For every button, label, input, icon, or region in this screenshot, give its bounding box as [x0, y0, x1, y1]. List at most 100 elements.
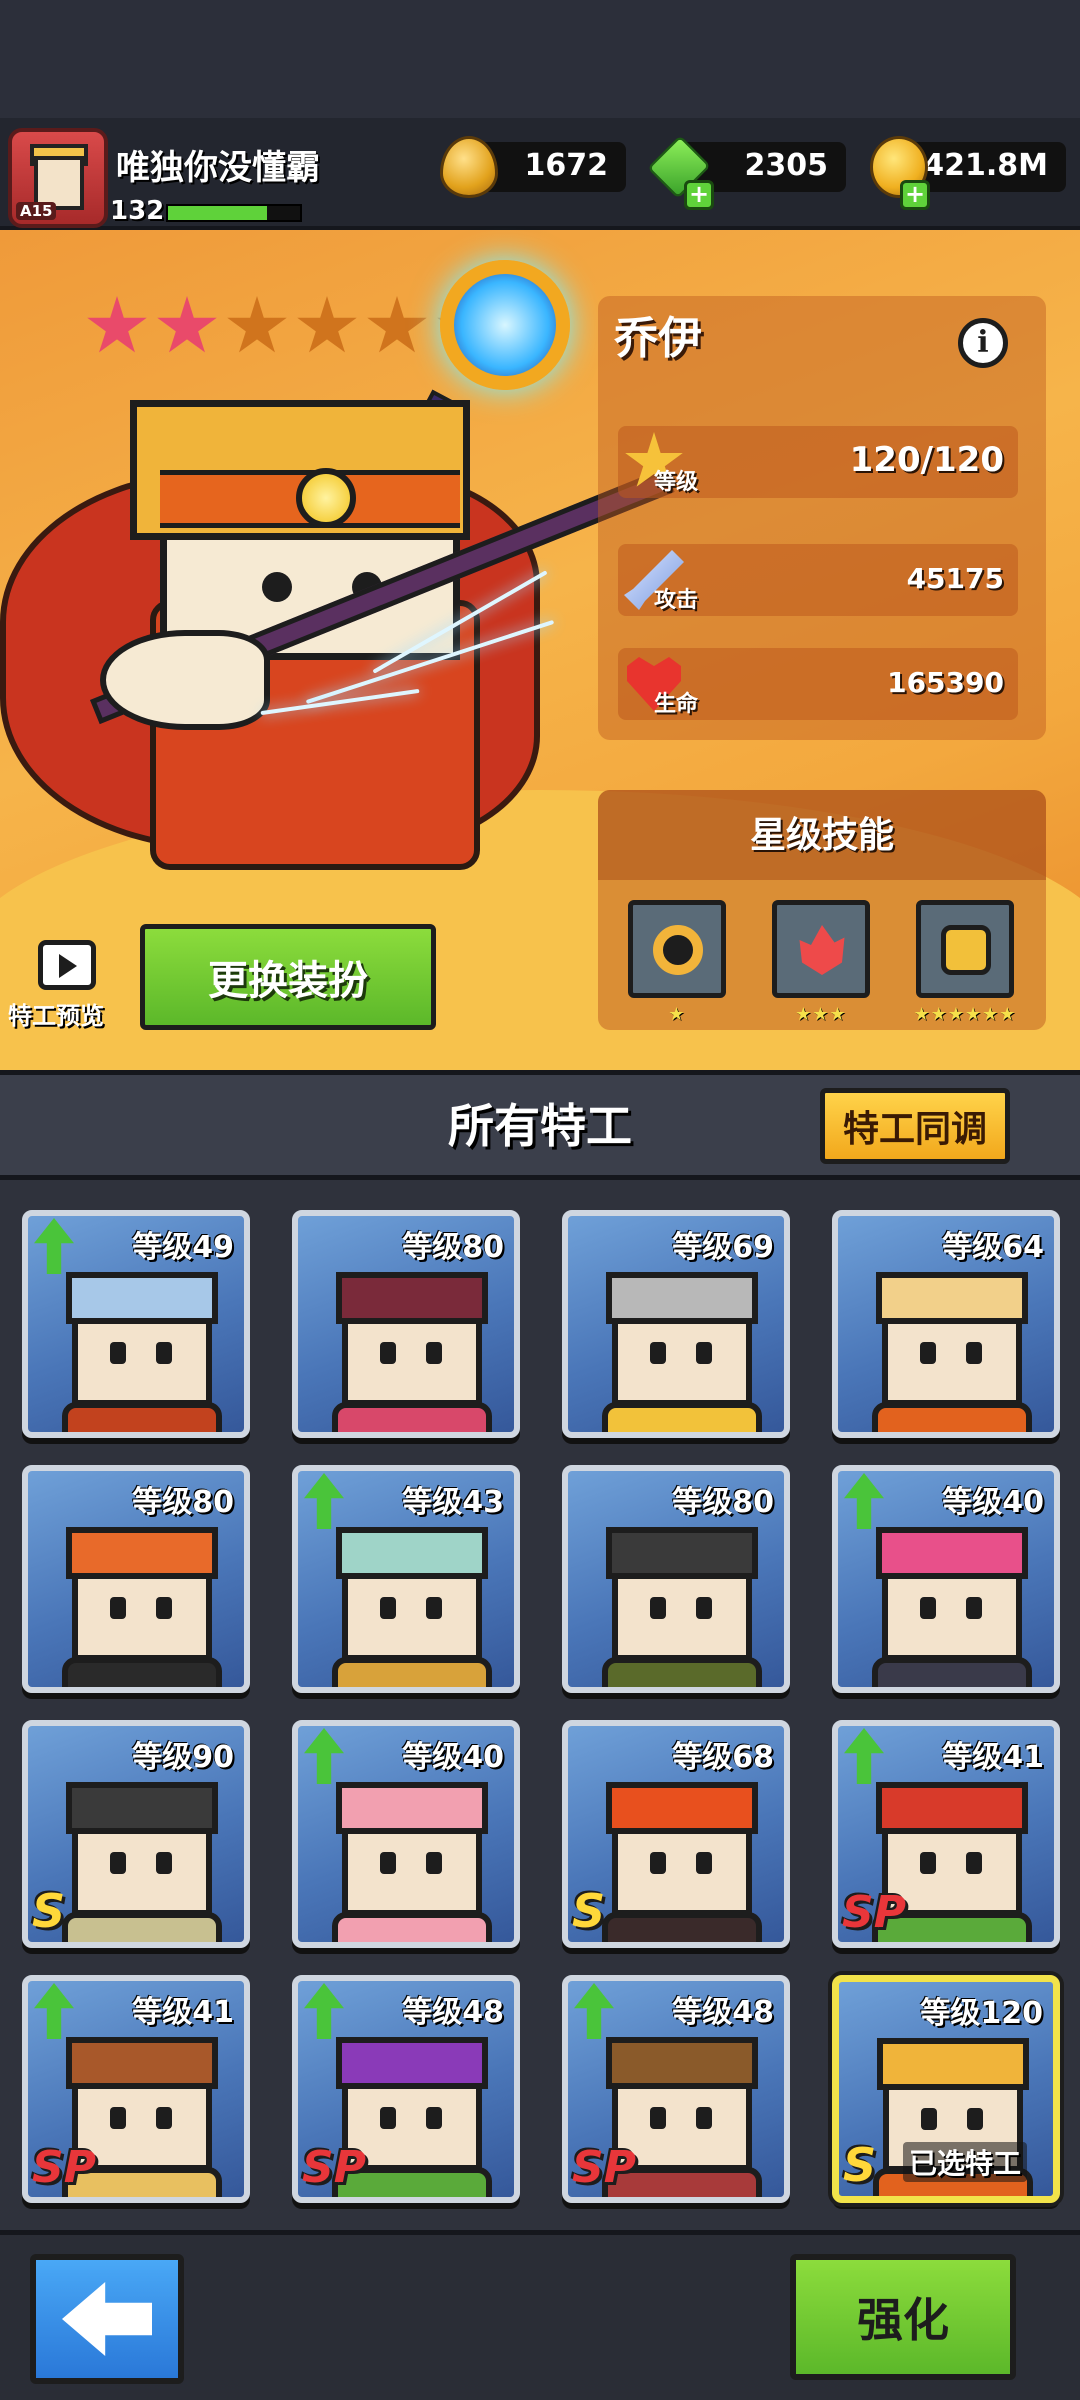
agent-preview-label[interactable]: 特工预览 — [8, 996, 104, 1031]
selected-agent-label: 已选特工 — [903, 2142, 1028, 2182]
skill-slot-2[interactable] — [772, 900, 870, 998]
agent-torso — [332, 1402, 492, 1432]
agent-card[interactable]: 等级80 — [22, 1465, 250, 1693]
agent-level: 等级49 — [132, 1230, 234, 1265]
player-avatar[interactable]: A15 — [8, 128, 108, 228]
agent-eye — [426, 1597, 442, 1619]
agent-portrait — [332, 1782, 492, 1942]
agent-torso — [872, 1402, 1032, 1432]
agent-eye — [110, 1342, 126, 1364]
agent-portrait — [62, 1272, 222, 1432]
stat-level-value: 120/120 — [849, 440, 1004, 480]
info-icon[interactable]: i — [958, 318, 1008, 368]
agent-card[interactable]: 等级80 — [292, 1210, 520, 1438]
resource-drop-value: 1672 — [524, 148, 609, 183]
agent-eye — [967, 2108, 983, 2130]
agent-portrait — [62, 1782, 222, 1942]
agent-level: 等级80 — [132, 1485, 234, 1520]
video-preview-icon[interactable] — [38, 940, 96, 990]
agent-level: 等级48 — [672, 1995, 774, 2030]
stat-level: 等级 120/120 — [618, 426, 1018, 498]
agent-level: 等级80 — [672, 1485, 774, 1520]
skill-1-stars: ★ — [668, 1004, 686, 1025]
agent-eye — [920, 1342, 936, 1364]
hero-sleeve — [100, 630, 270, 730]
agent-eye — [426, 1342, 442, 1364]
agent-level: 等级48 — [402, 1995, 504, 2030]
agent-hair — [66, 1272, 218, 1324]
stat-health-label: 生命 — [654, 692, 699, 717]
agent-hair — [336, 2037, 488, 2089]
agent-eye — [110, 2107, 126, 2129]
agent-card[interactable]: 等级49 — [22, 1210, 250, 1438]
stat-attack-label: 攻击 — [654, 588, 699, 613]
agent-card[interactable]: 等级43 — [292, 1465, 520, 1693]
agent-eye — [380, 1597, 396, 1619]
play-icon — [59, 954, 77, 978]
back-arrow-icon — [62, 2282, 152, 2356]
back-button[interactable] — [30, 2254, 184, 2384]
skill-slot-3[interactable] — [916, 900, 1014, 998]
ring-skill-icon — [653, 925, 703, 975]
agent-card[interactable]: 等级48 SP — [292, 1975, 520, 2203]
agent-sync-button[interactable]: 特工同调 — [820, 1088, 1010, 1164]
upgrade-arrow-icon — [34, 1983, 74, 2039]
avatar-badge: A15 — [16, 202, 57, 220]
agent-card-selected[interactable]: 等级120 S 已选特工 — [832, 1975, 1060, 2203]
staff-orb-icon — [440, 260, 570, 390]
xp-fill — [168, 206, 267, 220]
agent-card[interactable]: 等级68 S — [562, 1720, 790, 1948]
agent-portrait — [602, 1782, 762, 1942]
agent-hair — [876, 1272, 1028, 1324]
enhance-button[interactable]: 强化 — [790, 2254, 1016, 2380]
agent-torso — [602, 1657, 762, 1687]
agent-hair — [876, 1527, 1028, 1579]
agent-portrait — [62, 1527, 222, 1687]
agent-portrait — [332, 1272, 492, 1432]
agent-card[interactable]: 等级48 SP — [562, 1975, 790, 2203]
add-coin-icon[interactable]: + — [900, 180, 930, 210]
agent-eye — [920, 1597, 936, 1619]
agent-card[interactable]: 等级90 S — [22, 1720, 250, 1948]
agent-torso — [332, 1657, 492, 1687]
grade-s-badge: S — [572, 1884, 606, 1938]
change-outfit-button[interactable]: 更换装扮 — [140, 924, 436, 1030]
agent-eye — [966, 1852, 982, 1874]
agent-torso — [602, 1402, 762, 1432]
stat-level-label: 等级 — [654, 470, 699, 495]
agent-eye — [380, 1852, 396, 1874]
grade-sp-badge: SP — [302, 2142, 366, 2193]
agent-card[interactable]: 等级69 — [562, 1210, 790, 1438]
add-gem-icon[interactable]: + — [684, 180, 714, 210]
agent-hair — [66, 2037, 218, 2089]
agent-eye — [110, 1597, 126, 1619]
agent-hair — [606, 1272, 758, 1324]
agent-card[interactable]: 等级40 — [832, 1465, 1060, 1693]
agent-eye — [921, 2108, 937, 2130]
agent-eye — [696, 1342, 712, 1364]
grade-sp-badge: SP — [572, 2142, 636, 2193]
agent-eye — [650, 1597, 666, 1619]
stat-health-value: 165390 — [887, 666, 1004, 699]
agent-level: 等级40 — [942, 1485, 1044, 1520]
agent-hair — [606, 1782, 758, 1834]
agent-card[interactable]: 等级41 SP — [22, 1975, 250, 2203]
skill-slot-1[interactable] — [628, 900, 726, 998]
grade-s-badge: S — [843, 2138, 877, 2192]
agent-hair — [336, 1527, 488, 1579]
agent-level: 等级90 — [132, 1740, 234, 1775]
star-skill-title: 星级技能 — [749, 815, 894, 856]
agent-torso — [62, 1402, 222, 1432]
agent-eye — [156, 1342, 172, 1364]
agent-card[interactable]: 等级41 SP — [832, 1720, 1060, 1948]
stat-health: 生命 165390 — [618, 648, 1018, 720]
status-strip — [0, 0, 1080, 118]
agent-hair — [66, 1782, 218, 1834]
agent-hair — [877, 2038, 1029, 2090]
player-level: 132 — [110, 196, 165, 226]
agent-portrait — [602, 1272, 762, 1432]
agent-card[interactable]: 等级40 — [292, 1720, 520, 1948]
agent-card[interactable]: 等级80 — [562, 1465, 790, 1693]
agent-card[interactable]: 等级64 — [832, 1210, 1060, 1438]
agent-level: 等级43 — [402, 1485, 504, 1520]
